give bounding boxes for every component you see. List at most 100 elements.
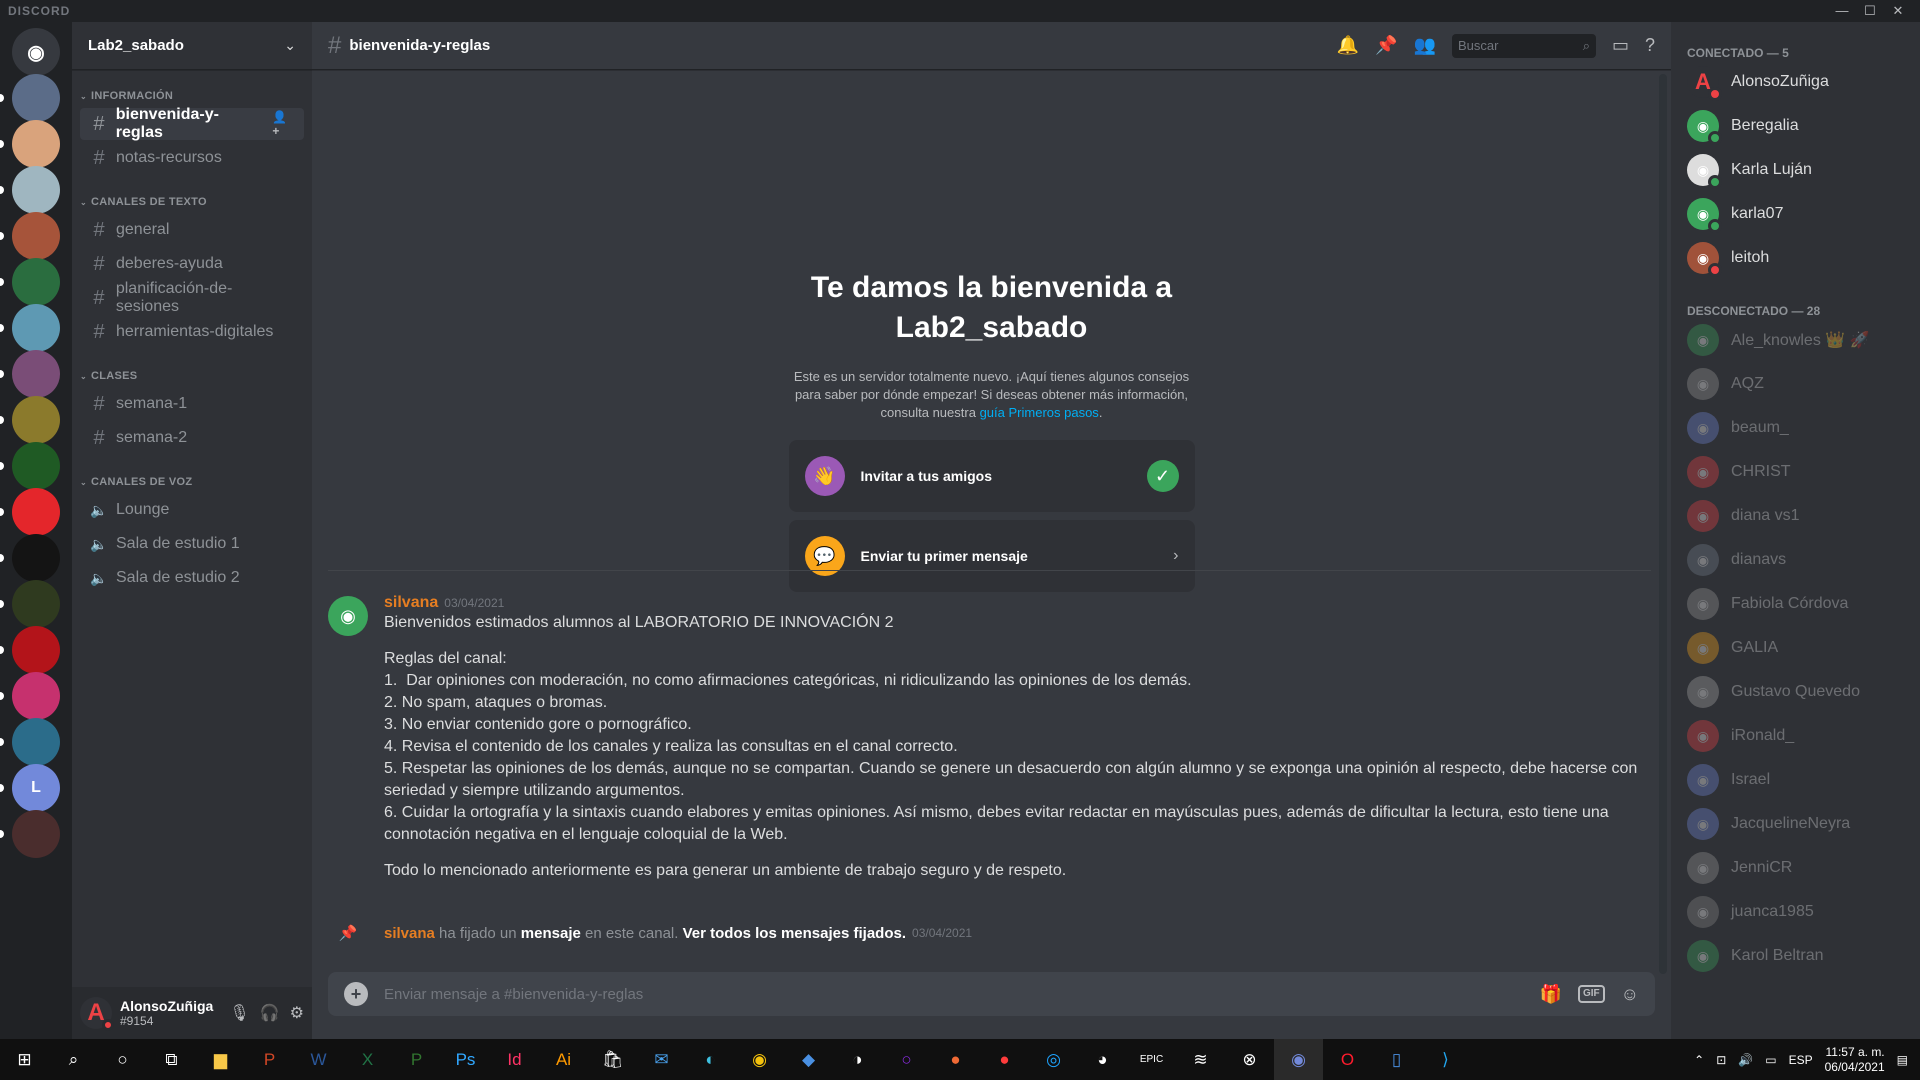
close-icon[interactable]: ✕ [1884,3,1912,19]
member-item[interactable]: ◉ CHRIST [1679,450,1912,494]
channel-item[interactable]: # deberes-ayuda [80,248,304,280]
minimize-icon[interactable]: — [1828,3,1856,19]
pinned-author[interactable]: silvana [384,925,435,942]
epic-games-icon[interactable]: EPIC [1127,1039,1176,1080]
document-icon[interactable]: ▯ [1372,1039,1421,1080]
gif-button[interactable]: GIF [1577,985,1605,1003]
deafen-icon[interactable]: 🎧 [260,1003,280,1023]
windows-start-icon[interactable]: ⊞ [0,1039,49,1080]
server-header[interactable]: Lab2_sabado ⌄ [72,22,312,70]
scrollbar[interactable] [1659,74,1667,974]
notifications-icon[interactable]: ▤ [1897,1053,1908,1067]
volume-icon[interactable]: 🔊 [1738,1053,1753,1067]
channel-item[interactable]: # herramientas-digitales [80,316,304,348]
server-icon[interactable] [12,534,60,582]
app-icon[interactable]: ◆ [784,1039,833,1080]
member-item[interactable]: ◉ Beregalia [1679,104,1912,148]
emoji-icon[interactable]: ☺ [1621,984,1639,1005]
ea-icon[interactable]: ● [980,1039,1029,1080]
member-item[interactable]: ◉ JenniCR [1679,846,1912,890]
category-header[interactable]: ⌄ CANALES DE VOZ [72,472,312,492]
server-icon[interactable] [12,396,60,444]
server-icon[interactable] [12,810,60,858]
app-icon-2[interactable]: ◑ [833,1039,882,1080]
invite-icon[interactable]: 👤+ [272,110,294,138]
server-icon[interactable] [12,580,60,628]
member-item[interactable]: ◉ Karol Beltran [1679,934,1912,978]
search-input[interactable]: Buscar ⌕ [1451,33,1596,58]
display-icon[interactable]: ▭ [1765,1053,1776,1067]
member-item[interactable]: A AlonsoZuñiga [1679,60,1912,104]
chevron-down-icon[interactable]: ⌄ [284,37,296,54]
member-item[interactable]: ◉ GALIA [1679,626,1912,670]
member-item[interactable]: ◉ dianavs [1679,538,1912,582]
uplay-icon[interactable]: ◎ [1029,1039,1078,1080]
inbox-icon[interactable]: ▭ [1612,35,1629,56]
edge-icon[interactable]: ◐ [686,1039,735,1080]
member-item[interactable]: ◉ diana vs1 [1679,494,1912,538]
maximize-icon[interactable]: ☐ [1856,3,1884,19]
store-icon[interactable]: 🛍 [588,1039,637,1080]
gift-icon[interactable]: 🎁 [1540,984,1562,1005]
member-item[interactable]: ◉ iRonald_ [1679,714,1912,758]
discord-taskbar-icon[interactable]: ◉ [1274,1039,1323,1080]
channel-item[interactable]: # semana-2 [80,422,304,454]
member-item[interactable]: ◉ beaum_ [1679,406,1912,450]
avatar[interactable]: A [80,997,114,1031]
indesign-icon[interactable]: Id [490,1039,539,1080]
pin-icon[interactable]: 📌 [1375,35,1397,56]
channel-item[interactable]: 🔈 Sala de estudio 2 [80,562,304,594]
search-icon[interactable]: ⌕ [49,1039,98,1080]
server-icon[interactable] [12,718,60,766]
channel-item[interactable]: 🔈 Lounge [80,494,304,526]
settings-gear-icon[interactable]: ⚙ [290,1003,304,1023]
category-header[interactable]: ⌄ CANALES DE TEXTO [72,192,312,212]
channel-item[interactable]: # semana-1 [80,388,304,420]
server-icon[interactable] [12,212,60,260]
message-composer[interactable]: + Enviar mensaje a #bienvenida-y-reglas … [328,972,1655,1016]
xbox-icon[interactable]: ⊗ [1225,1039,1274,1080]
word-icon[interactable]: W [294,1039,343,1080]
member-item[interactable]: ◉ leitoh [1679,236,1912,280]
server-icon[interactable] [12,258,60,306]
network-icon[interactable]: ⊡ [1716,1053,1726,1067]
clock[interactable]: 11:57 a. m. 06/04/2021 [1825,1045,1885,1075]
server-icon[interactable] [12,626,60,674]
cortana-icon[interactable]: ○ [98,1039,147,1080]
server-icon[interactable]: L [12,764,60,812]
channel-item[interactable]: # general [80,214,304,246]
illustrator-icon[interactable]: Ai [539,1039,588,1080]
server-icon[interactable] [12,166,60,214]
server-icon[interactable] [12,350,60,398]
mute-mic-icon[interactable]: 🎙 [229,1003,249,1023]
vscode-icon[interactable]: ⟩ [1421,1039,1470,1080]
opera-icon[interactable]: O [1323,1039,1372,1080]
language-indicator[interactable]: ESP [1789,1053,1813,1067]
layers-icon[interactable]: ≋ [1176,1039,1225,1080]
discord-avatar-icon[interactable]: ◉ [328,596,368,636]
mail-icon[interactable]: ✉ [637,1039,686,1080]
category-header[interactable]: ⌄ INFORMACIÓN [72,86,312,106]
server-icon[interactable] [12,304,60,352]
guide-link[interactable]: guía Primeros pasos [980,405,1099,420]
member-item[interactable]: ◉ Ale_knowles 👑 🚀 [1679,318,1912,362]
chrome-icon[interactable]: ◉ [735,1039,784,1080]
member-item[interactable]: ◉ karla07 [1679,192,1912,236]
channel-item[interactable]: # planificación-de-sesiones [80,280,304,315]
member-item[interactable]: ◉ Fabiola Córdova [1679,582,1912,626]
message-author[interactable]: silvana [384,594,438,611]
file-explorer-icon[interactable]: ▆ [196,1039,245,1080]
member-item[interactable]: ◉ AQZ [1679,362,1912,406]
channel-item[interactable]: # bienvenida-y-reglas 👤+ [80,106,304,141]
member-item[interactable]: ◉ Karla Luján [1679,148,1912,192]
view-pinned-link[interactable]: Ver todos los mensajes fijados. [683,925,906,942]
server-icon[interactable] [12,672,60,720]
tray-arrow-icon[interactable]: ⌃ [1694,1053,1704,1067]
photoshop-icon[interactable]: Ps [441,1039,490,1080]
invite-friends-card[interactable]: 👋 Invitar a tus amigos ✓ [788,440,1195,512]
member-item[interactable]: ◉ JacquelineNeyra [1679,802,1912,846]
member-item[interactable]: ◉ Gustavo Quevedo [1679,670,1912,714]
help-icon[interactable]: ? [1645,35,1655,56]
steam-icon[interactable]: ◕ [1078,1039,1127,1080]
member-item[interactable]: ◉ Israel [1679,758,1912,802]
